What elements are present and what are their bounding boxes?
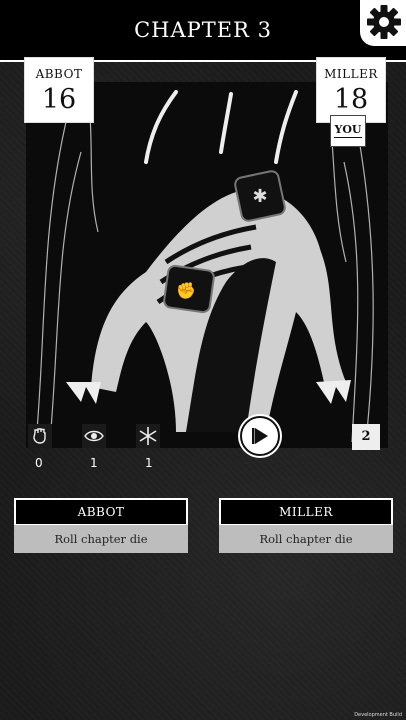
settings-button[interactable]	[360, 0, 406, 46]
rolled-die-2: ✊	[163, 264, 215, 314]
play-button[interactable]	[240, 416, 280, 456]
chapter-die: 2	[352, 424, 380, 450]
gear-icon	[367, 5, 401, 39]
miller-score-value: 18	[333, 84, 369, 115]
you-badge: YOU	[330, 115, 366, 147]
eye-icon	[84, 430, 104, 442]
fist-die-icon	[28, 424, 52, 448]
rolled-die-1: ✱	[234, 170, 286, 222]
miller-score-card: MILLER 18	[316, 57, 386, 123]
asterisk-count: 1	[145, 456, 153, 470]
svg-text:✊: ✊	[176, 281, 196, 300]
eye-die-icon	[82, 424, 106, 448]
abbot-player-header: ABBOT	[14, 498, 188, 526]
development-build-label: Development Build	[354, 712, 402, 718]
miller-player-header: MILLER	[219, 498, 393, 526]
abbot-score-name: ABBOT	[35, 67, 83, 81]
play-icon	[252, 428, 268, 444]
abbot-score-card: ABBOT 16	[24, 57, 94, 123]
svg-text:✱: ✱	[252, 186, 267, 207]
chapter-title: CHAPTER 3	[134, 18, 272, 42]
fist-icon	[33, 428, 46, 444]
miller-roll-button[interactable]: Roll chapter die	[219, 525, 393, 553]
fist-count: 0	[35, 456, 43, 470]
abbot-score-value: 16	[41, 84, 77, 115]
eye-count: 1	[90, 456, 98, 470]
asterisk-icon	[139, 427, 157, 445]
abbot-roll-button[interactable]: Roll chapter die	[14, 525, 188, 553]
miller-score-name: MILLER	[324, 67, 378, 81]
header-bar: CHAPTER 3	[0, 0, 406, 62]
asterisk-die-icon	[136, 424, 160, 448]
dice-tray	[26, 422, 388, 448]
